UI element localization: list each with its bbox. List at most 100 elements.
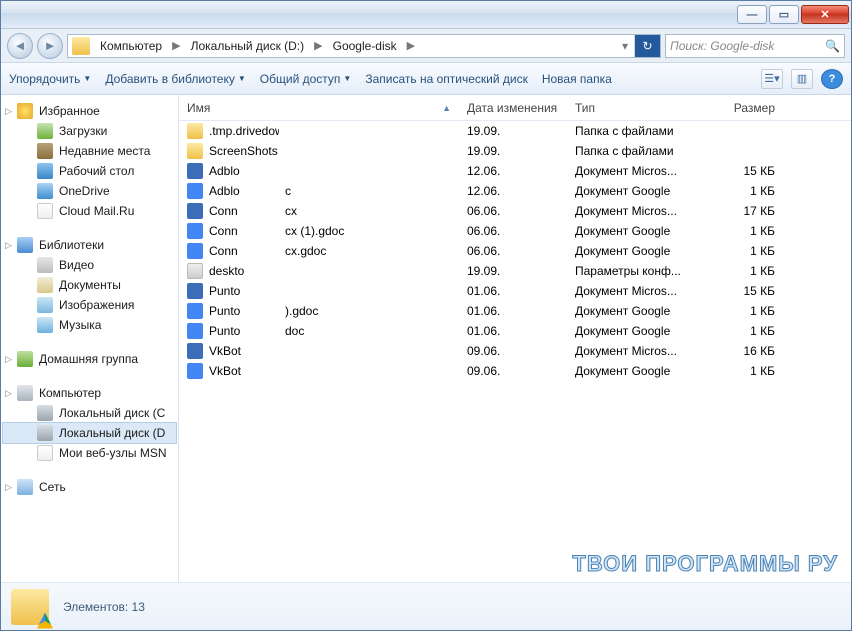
file-type: Документ Micros... xyxy=(567,284,703,298)
file-row[interactable]: Conncx.gdoc06.06.Документ Google1 КБ xyxy=(179,241,851,261)
sidebar-item[interactable]: Cloud Mail.Ru xyxy=(3,201,176,221)
caret-down-icon: ▼ xyxy=(83,74,91,83)
ic-pics-icon xyxy=(37,297,53,313)
file-row[interactable]: Conncx (1).gdoc06.06.Документ Google1 КБ xyxy=(179,221,851,241)
file-row[interactable]: Punto).gdoc01.06.Документ Google1 КБ xyxy=(179,301,851,321)
file-row[interactable]: Punto01.06.Документ Micros...15 КБ xyxy=(179,281,851,301)
back-button[interactable]: ◄ xyxy=(7,33,33,59)
sidebar-item[interactable]: Загрузки xyxy=(3,121,176,141)
crumb-drive-d[interactable]: Локальный диск (D:) xyxy=(187,39,309,53)
burn-button[interactable]: Записать на оптический диск xyxy=(365,72,528,86)
preview-pane-button[interactable]: ▥ xyxy=(791,69,813,89)
forward-button[interactable]: ► xyxy=(37,33,63,59)
sidebar-item[interactable]: Локальный диск (C xyxy=(3,403,176,423)
sidebar: ▷Избранное Загрузки Недавние места Рабочий… xyxy=(1,95,179,582)
titlebar: — ▭ ✕ xyxy=(1,1,851,29)
file-name: Conn xyxy=(209,224,279,238)
file-icon xyxy=(187,203,203,219)
file-size: 1 КБ xyxy=(703,264,783,278)
file-suffix: ).gdoc xyxy=(285,304,451,318)
network-header[interactable]: ▷Сеть xyxy=(3,477,176,497)
file-type: Документ Google xyxy=(567,304,703,318)
column-size[interactable]: Размер xyxy=(703,101,783,115)
file-icon xyxy=(187,303,203,319)
file-name: Punto xyxy=(209,304,279,318)
chevron-right-icon: ▶ xyxy=(308,39,328,52)
file-row[interactable]: Conncx06.06.Документ Micros...17 КБ xyxy=(179,201,851,221)
close-button[interactable]: ✕ xyxy=(801,5,849,24)
file-icon xyxy=(187,343,203,359)
file-icon xyxy=(187,263,203,279)
file-name: Conn xyxy=(209,244,279,258)
file-name: Adblo xyxy=(209,184,279,198)
computer-header[interactable]: ▷Компьютер xyxy=(3,383,176,403)
file-row[interactable]: Puntodoc01.06.Документ Google1 КБ xyxy=(179,321,851,341)
column-date[interactable]: Дата изменения xyxy=(459,101,567,115)
sidebar-item-label: Локальный диск (C xyxy=(59,406,165,420)
file-name: VkBot xyxy=(209,344,279,358)
file-date: 01.06. xyxy=(459,304,567,318)
network-icon xyxy=(17,479,33,495)
sidebar-item[interactable]: Видео xyxy=(3,255,176,275)
homegroup-header[interactable]: ▷Домашняя группа xyxy=(3,349,176,369)
sort-asc-icon: ▲ xyxy=(442,103,451,113)
ic-dl-icon xyxy=(37,123,53,139)
column-type[interactable]: Тип xyxy=(567,101,703,115)
sidebar-item[interactable]: Изображения xyxy=(3,295,176,315)
file-row[interactable]: VkBot09.06.Документ Micros...16 КБ xyxy=(179,341,851,361)
file-date: 06.06. xyxy=(459,204,567,218)
sidebar-item[interactable]: Мои веб-узлы MSN xyxy=(3,443,176,463)
favorites-header[interactable]: ▷Избранное xyxy=(3,101,176,121)
file-date: 19.09. xyxy=(459,144,567,158)
sidebar-item[interactable]: Недавние места xyxy=(3,141,176,161)
file-icon xyxy=(187,123,203,139)
share-button[interactable]: Общий доступ▼ xyxy=(260,72,352,86)
homegroup-icon xyxy=(17,351,33,367)
toolbar: Упорядочить▼ Добавить в библиотеку▼ Общи… xyxy=(1,63,851,95)
organize-button[interactable]: Упорядочить▼ xyxy=(9,72,91,86)
sidebar-item[interactable]: Рабочий стол xyxy=(3,161,176,181)
file-row[interactable]: deskto19.09.Параметры конф...1 КБ xyxy=(179,261,851,281)
body: ▷Избранное Загрузки Недавние места Рабочий… xyxy=(1,95,851,582)
file-icon xyxy=(187,163,203,179)
file-row[interactable]: ScreenShots19.09.Папка с файлами xyxy=(179,141,851,161)
file-row[interactable]: .tmp.drivedownload19.09.Папка с файлами xyxy=(179,121,851,141)
maximize-button[interactable]: ▭ xyxy=(769,5,799,24)
crumb-computer[interactable]: Компьютер xyxy=(96,39,166,53)
file-type: Документ Google xyxy=(567,224,703,238)
crumb-google-disk[interactable]: Google-disk xyxy=(329,39,401,53)
breadcrumb-dropdown-icon[interactable]: ▾ xyxy=(616,39,634,53)
file-name: .tmp.drivedownload xyxy=(209,124,279,138)
chevron-right-icon: ▶ xyxy=(401,39,421,52)
libraries-header[interactable]: ▷Библиотеки xyxy=(3,235,176,255)
file-row[interactable]: Adbloc12.06.Документ Google1 КБ xyxy=(179,181,851,201)
file-date: 12.06. xyxy=(459,184,567,198)
search-icon[interactable]: 🔍 xyxy=(825,39,840,53)
file-name: Adblo xyxy=(209,164,279,178)
file-size: 15 КБ xyxy=(703,164,783,178)
sidebar-item[interactable]: Локальный диск (D xyxy=(3,423,176,443)
view-mode-button[interactable]: ☰▾ xyxy=(761,69,783,89)
refresh-button[interactable]: ↻ xyxy=(634,35,660,57)
file-row[interactable]: Adblo12.06.Документ Micros...15 КБ xyxy=(179,161,851,181)
sidebar-item[interactable]: Музыка xyxy=(3,315,176,335)
help-button[interactable]: ? xyxy=(821,69,843,89)
sidebar-item[interactable]: OneDrive xyxy=(3,181,176,201)
file-icon xyxy=(187,183,203,199)
sidebar-item[interactable]: Документы xyxy=(3,275,176,295)
new-folder-button[interactable]: Новая папка xyxy=(542,72,612,86)
column-name[interactable]: Имя▲ xyxy=(179,101,459,115)
sidebar-item-label: Недавние места xyxy=(59,144,150,158)
breadcrumb[interactable]: Компьютер▶ Локальный диск (D:)▶ Google-d… xyxy=(67,34,661,58)
ic-desktop-icon xyxy=(37,163,53,179)
file-date: 06.06. xyxy=(459,224,567,238)
file-size: 1 КБ xyxy=(703,244,783,258)
sidebar-item-label: Мои веб-узлы MSN xyxy=(59,446,166,460)
search-input[interactable]: Поиск: Google-disk 🔍 xyxy=(665,34,845,58)
file-date: 09.06. xyxy=(459,364,567,378)
file-type: Папка с файлами xyxy=(567,124,703,138)
include-in-library-button[interactable]: Добавить в библиотеку▼ xyxy=(105,72,245,86)
file-row[interactable]: VkBot09.06.Документ Google1 КБ xyxy=(179,361,851,381)
file-date: 01.06. xyxy=(459,284,567,298)
minimize-button[interactable]: — xyxy=(737,5,767,24)
